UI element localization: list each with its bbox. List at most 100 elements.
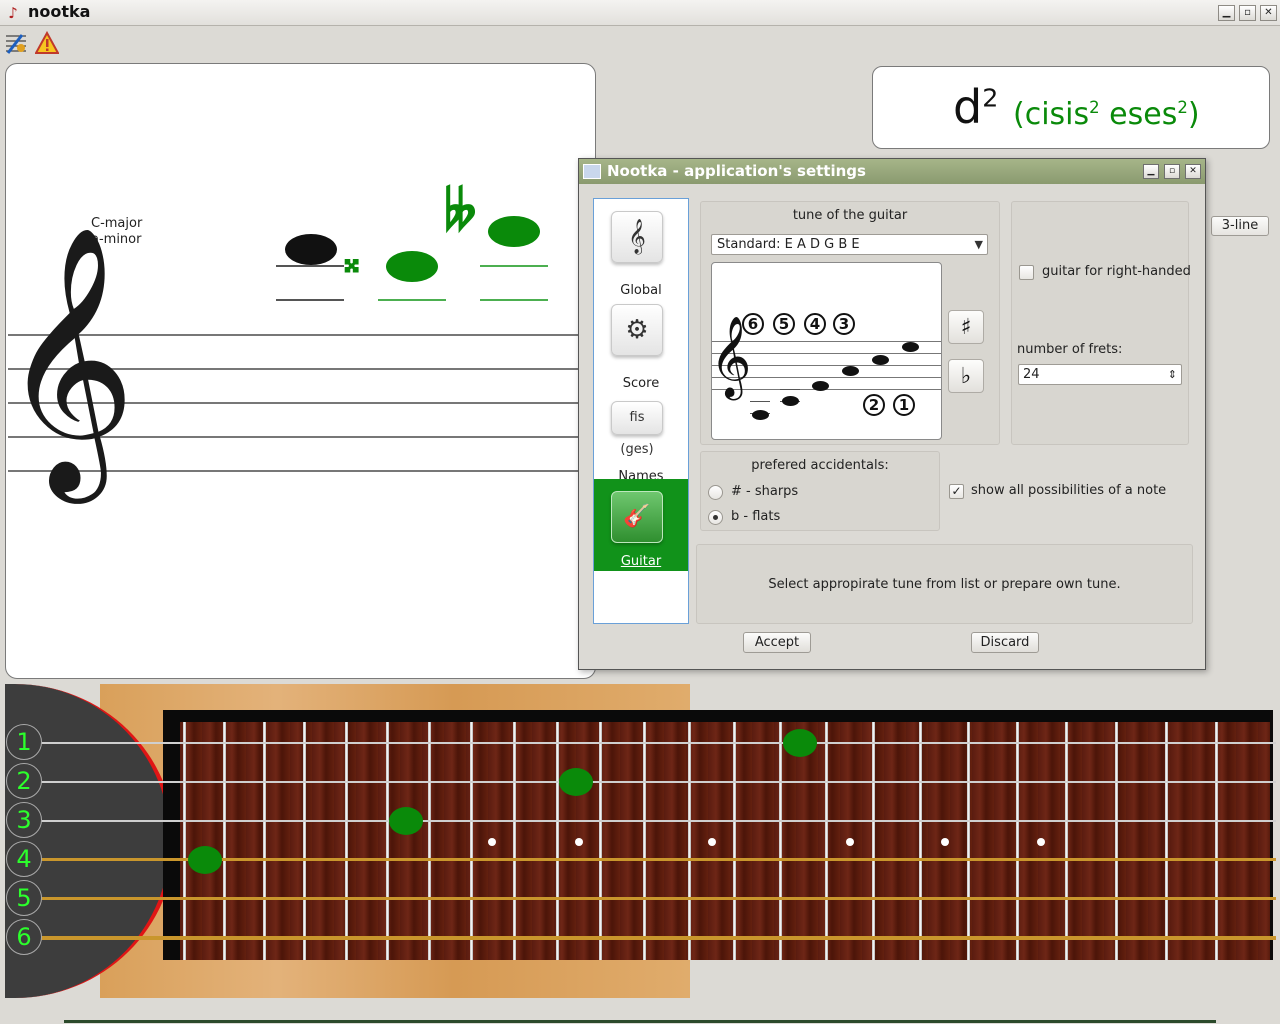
discard-button[interactable]: Discard [971, 632, 1039, 653]
fret [183, 722, 186, 960]
note-name-main: d2 [953, 80, 999, 134]
right-handed-label: guitar for right-handed [1042, 264, 1191, 279]
fret-marker-dot [941, 838, 949, 846]
guitar-string-3[interactable] [10, 820, 1276, 822]
double-sharp-accidental: 𝄪 [344, 241, 360, 281]
nav-item-guitar[interactable]: 🎸 Guitar [594, 479, 688, 571]
frets-value: 24 [1023, 367, 1040, 382]
dialog-minimize-button[interactable]: ▁ [1143, 164, 1159, 179]
ledger-line [480, 299, 548, 301]
fret-marker-dot [708, 838, 716, 846]
fret [223, 722, 226, 960]
sharps-radio[interactable] [708, 485, 723, 500]
minimize-button[interactable]: ▁ [1218, 5, 1235, 21]
fretboard-note-string-2[interactable] [559, 768, 593, 796]
fret [1016, 722, 1019, 960]
flats-radio[interactable] [708, 510, 723, 525]
guitar-string-2[interactable] [10, 781, 1276, 783]
dialog-title-bar: Nootka - application's settings ▁ ▫ ✕ [579, 159, 1205, 184]
guitar-string-1[interactable] [10, 742, 1276, 744]
fret [345, 722, 348, 960]
string-number-4: 4 [804, 313, 826, 335]
global-icon: 𝄞 [611, 211, 663, 263]
names-icon: fis (ges) [611, 401, 663, 457]
guitar-string-5[interactable] [10, 897, 1276, 900]
fret [919, 722, 922, 960]
lower-flat-button[interactable]: ♭ [948, 359, 984, 393]
gear-icon: ⚙ [611, 304, 663, 356]
fret [733, 722, 736, 960]
window-icon [583, 164, 601, 179]
ledger-line [378, 299, 446, 301]
tune-select-value: Standard: E A D G B E [717, 237, 860, 252]
fret [1165, 722, 1168, 960]
window-title: nootka [28, 2, 91, 21]
fret [688, 722, 691, 960]
fret [779, 722, 782, 960]
fret [386, 722, 389, 960]
score-note-alt[interactable] [386, 251, 438, 282]
accidentals-group: prefered accidentals: # - sharps b - fla… [700, 451, 940, 531]
fretboard-note-string-4[interactable] [188, 846, 222, 874]
fret [428, 722, 431, 960]
raise-sharp-button[interactable]: ♯ [948, 310, 984, 344]
score-panel[interactable]: C-major a-minor 𝄞 𝄪 𝄫 [5, 63, 596, 679]
fret [599, 722, 602, 960]
maximize-button[interactable]: ▫ [1239, 5, 1256, 21]
show-all-checkbox[interactable]: ✓ [949, 484, 964, 499]
fret-marker-dot [488, 838, 496, 846]
warning-icon[interactable] [34, 30, 60, 55]
guitar-fretboard[interactable]: 1 2 3 4 5 6 [0, 682, 1280, 1002]
nootka-app-icon: ♪ [8, 4, 18, 22]
ledger-line [480, 265, 548, 267]
string-number-2: 2 [863, 394, 885, 416]
three-line-button[interactable]: 3-line [1211, 216, 1269, 236]
string-number-1: 1 [6, 724, 42, 760]
dialog-title: Nootka - application's settings [607, 162, 866, 180]
fret [1115, 722, 1118, 960]
ledger-line [276, 265, 344, 267]
settings-icon[interactable] [4, 31, 28, 55]
right-handed-checkbox[interactable] [1019, 265, 1034, 280]
nav-label: Guitar [620, 554, 662, 569]
fret [1065, 722, 1068, 960]
nav-item-names[interactable]: fis (ges) Names [594, 391, 688, 484]
score-note[interactable] [285, 234, 337, 265]
close-button[interactable]: ✕ [1260, 5, 1277, 21]
show-all-label: show all possibilities of a note [971, 483, 1167, 498]
fret [263, 722, 266, 960]
string-5-note [782, 396, 799, 406]
string-number-5: 5 [6, 880, 42, 916]
string-number-6: 6 [742, 313, 764, 335]
fretboard-note-string-1[interactable] [783, 729, 817, 757]
fret [1215, 722, 1218, 960]
string-number-5: 5 [773, 313, 795, 335]
guitar-icon: 🎸 [611, 491, 663, 543]
score-note-alt[interactable] [488, 216, 540, 247]
guitar-string-6[interactable] [10, 936, 1276, 940]
dialog-close-button[interactable]: ✕ [1185, 164, 1201, 179]
fret [967, 722, 970, 960]
spin-arrows-icon[interactable]: ⇕ [1168, 365, 1177, 384]
dialog-maximize-button[interactable]: ▫ [1164, 164, 1180, 179]
tune-select[interactable]: Standard: E A D G B E ▼ [711, 234, 988, 255]
sharps-label: # - sharps [731, 484, 799, 499]
fretboard-note-string-3[interactable] [389, 807, 423, 835]
fret [643, 722, 646, 960]
hint-text: Select appropirate tune from list or pre… [768, 577, 1121, 592]
ledger-line [780, 389, 800, 390]
tune-title: tune of the guitar [792, 208, 908, 223]
nav-item-global[interactable]: 𝄞 Global [594, 205, 688, 298]
tune-score-preview[interactable]: 𝄞 6 5 4 3 2 1 [711, 262, 942, 440]
fret [513, 722, 516, 960]
treble-clef-icon: 𝄞 [5, 225, 136, 492]
string-2-note [872, 355, 889, 365]
accept-button[interactable]: Accept [743, 632, 811, 653]
status-bar-line [64, 1020, 1216, 1023]
frets-spinbox[interactable]: 24 ⇕ [1018, 364, 1182, 385]
fret-marker-dot [846, 838, 854, 846]
nav-item-score[interactable]: ⚙ Score [594, 298, 688, 391]
settings-nav-list: 𝄞 Global ⚙ Score fis (ges) Names 🎸 Guita… [593, 198, 689, 624]
string-4-note [812, 381, 829, 391]
string-number-1: 1 [893, 394, 915, 416]
